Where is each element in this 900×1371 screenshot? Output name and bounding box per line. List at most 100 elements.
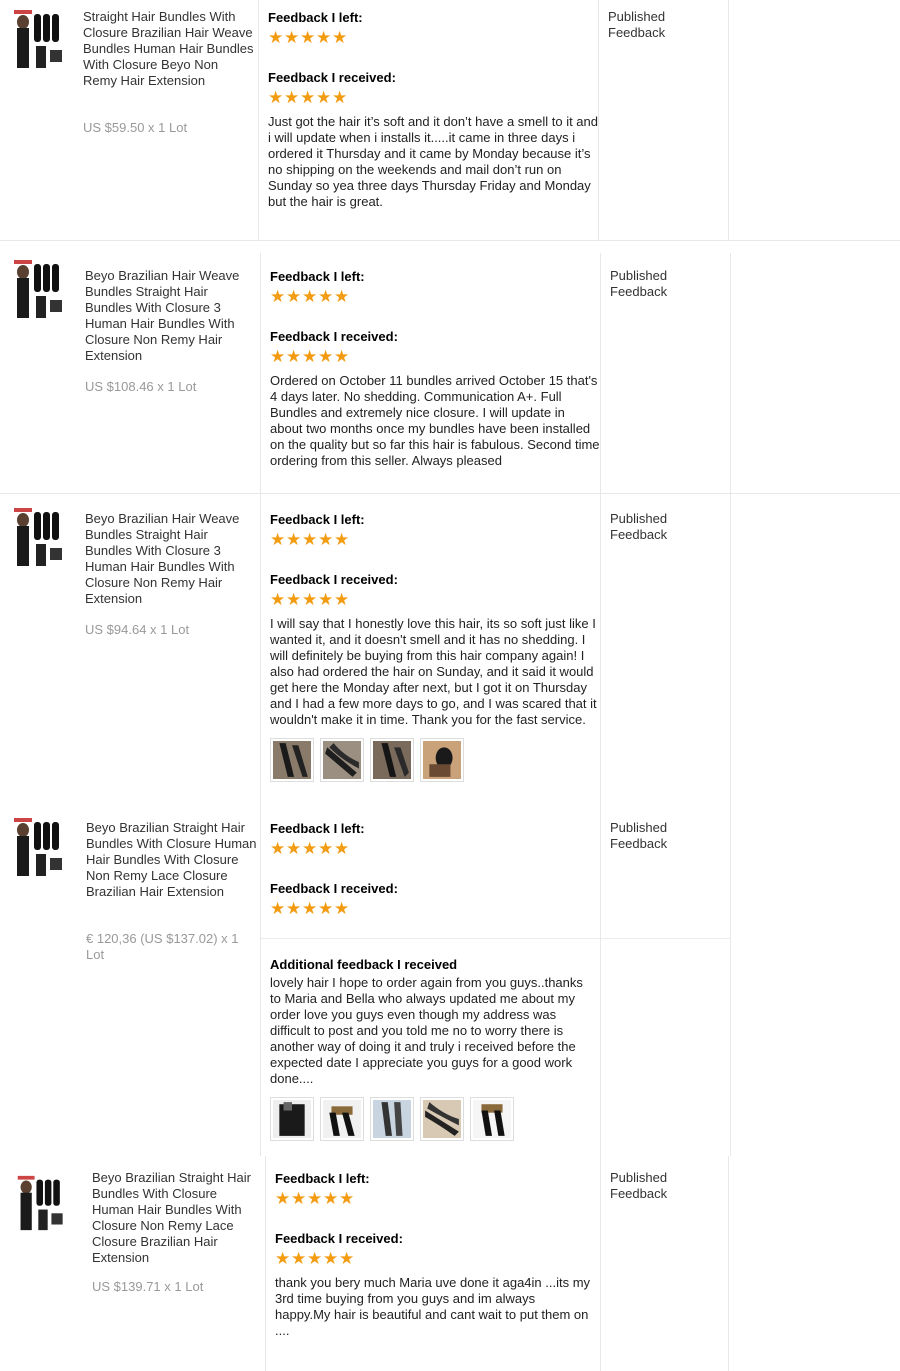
star-icon: ★ <box>300 88 316 107</box>
star-icon: ★ <box>284 88 300 107</box>
feedback-column: Feedback I left: ★ ★ ★ ★ ★ Feedback I receiv… <box>270 269 600 469</box>
feedback-status: Published Feedback <box>608 9 666 40</box>
order-row-3: Beyo Brazilian Hair Weave Bundles Straig… <box>0 494 900 806</box>
photo-thumbnail[interactable] <box>370 738 414 782</box>
star-icon: ★ <box>307 1189 323 1208</box>
column-divider <box>260 494 261 806</box>
feedback-column: Feedback I left: ★ ★ ★ ★ ★ Feedback I receiv… <box>270 512 600 782</box>
feedback-received-heading: Feedback I received: <box>270 329 398 344</box>
star-icon: ★ <box>316 28 332 47</box>
star-icon: ★ <box>286 347 302 366</box>
column-divider <box>260 253 261 494</box>
star-icon: ★ <box>318 530 334 549</box>
product-thumbnail[interactable] <box>10 258 72 320</box>
product-thumbnail[interactable] <box>10 816 72 878</box>
star-icon: ★ <box>323 1249 339 1268</box>
photo-thumbnail[interactable] <box>270 738 314 782</box>
column-divider <box>258 0 259 241</box>
star-icon: ★ <box>270 839 286 858</box>
column-divider <box>598 0 599 241</box>
photo-thumbnail[interactable] <box>320 1097 364 1141</box>
star-icon: ★ <box>318 590 334 609</box>
star-icon: ★ <box>275 1249 291 1268</box>
star-icon: ★ <box>302 287 318 306</box>
star-icon: ★ <box>268 88 284 107</box>
star-icon: ★ <box>334 530 350 549</box>
feedback-photos <box>270 738 600 782</box>
feedback-left-heading: Feedback I left: <box>270 512 365 527</box>
star-icon: ★ <box>270 347 286 366</box>
star-icon: ★ <box>302 530 318 549</box>
feedback-received-rating: ★ ★ ★ ★ ★ <box>275 1249 593 1269</box>
column-divider <box>730 806 731 1156</box>
star-icon: ★ <box>318 347 334 366</box>
star-icon: ★ <box>291 1249 307 1268</box>
order-row-5: Beyo Brazilian Straight Hair Bundles Wit… <box>0 1156 900 1371</box>
column-divider <box>600 806 601 1156</box>
product-title[interactable]: Beyo Brazilian Hair Weave Bundles Straig… <box>85 511 257 607</box>
product-thumbnail[interactable] <box>14 1172 72 1234</box>
product-price: € 120,36 (US $137.02) x 1 Lot <box>86 931 239 962</box>
product-title[interactable]: Beyo Brazilian Hair Weave Bundles Straig… <box>85 268 257 364</box>
feedback-left-heading: Feedback I left: <box>275 1171 370 1186</box>
feedback-photos <box>270 1097 590 1141</box>
column-divider <box>260 806 261 1156</box>
photo-thumbnail[interactable] <box>420 738 464 782</box>
star-icon: ★ <box>286 287 302 306</box>
feedback-left-rating: ★ ★ ★ ★ ★ <box>275 1189 593 1209</box>
photo-thumbnail[interactable] <box>370 1097 414 1141</box>
star-icon: ★ <box>334 347 350 366</box>
feedback-left-rating: ★ ★ ★ ★ ★ <box>270 287 600 307</box>
feedback-left-rating: ★ ★ ★ ★ ★ <box>270 530 600 550</box>
feedback-received-heading: Feedback I received: <box>268 70 396 85</box>
photo-thumbnail[interactable] <box>270 1097 314 1141</box>
star-icon: ★ <box>270 590 286 609</box>
star-icon: ★ <box>334 839 350 858</box>
additional-feedback-text: lovely hair I hope to order again from y… <box>270 975 583 1086</box>
star-icon: ★ <box>318 287 334 306</box>
star-icon: ★ <box>302 899 318 918</box>
photo-thumbnail[interactable] <box>420 1097 464 1141</box>
product-thumbnail[interactable] <box>10 8 72 70</box>
product-title[interactable]: Beyo Brazilian Straight Hair Bundles Wit… <box>86 820 258 900</box>
star-icon: ★ <box>270 530 286 549</box>
product-price: US $139.71 x 1 Lot <box>92 1279 204 1294</box>
photo-thumbnail[interactable] <box>320 738 364 782</box>
feedback-received-text: Ordered on October 11 bundles arrived Oc… <box>270 373 600 468</box>
photo-thumbnail[interactable] <box>470 1097 514 1141</box>
star-icon: ★ <box>332 28 348 47</box>
star-icon: ★ <box>302 839 318 858</box>
star-icon: ★ <box>270 899 286 918</box>
star-icon: ★ <box>323 1189 339 1208</box>
product-price: US $94.64 x 1 Lot <box>85 622 190 637</box>
star-icon: ★ <box>318 839 334 858</box>
product-thumbnail[interactable] <box>10 506 72 568</box>
product-price: US $59.50 x 1 Lot <box>83 120 188 135</box>
star-icon: ★ <box>307 1249 323 1268</box>
product-title[interactable]: Beyo Brazilian Straight Hair Bundles Wit… <box>92 1170 258 1266</box>
feedback-left-rating: ★ ★ ★ ★ ★ <box>270 839 600 859</box>
section-divider <box>261 938 730 939</box>
feedback-received-text: thank you bery much Maria uve done it ag… <box>275 1275 591 1338</box>
feedback-status: Published Feedback <box>610 268 668 299</box>
feedback-received-text: Just got the hair it’s soft and it don’t… <box>268 114 599 209</box>
order-row-1: Straight Hair Bundles With Closure Brazi… <box>0 0 900 241</box>
column-divider <box>600 253 601 494</box>
star-icon: ★ <box>291 1189 307 1208</box>
product-price: US $108.46 x 1 Lot <box>85 379 197 394</box>
feedback-status: Published Feedback <box>610 820 668 851</box>
feedback-status: Published Feedback <box>610 1170 668 1201</box>
product-title[interactable]: Straight Hair Bundles With Closure Brazi… <box>83 9 255 89</box>
feedback-received-heading: Feedback I received: <box>270 572 398 587</box>
feedback-column: Feedback I left: ★ ★ ★ ★ ★ Feedback I receiv… <box>270 821 600 919</box>
feedback-received-text: I will say that I honestly love this hai… <box>270 616 597 727</box>
feedback-left-rating: ★ ★ ★ ★ ★ <box>268 28 598 48</box>
star-icon: ★ <box>334 287 350 306</box>
star-icon: ★ <box>339 1189 355 1208</box>
star-icon: ★ <box>286 839 302 858</box>
feedback-received-rating: ★ ★ ★ ★ ★ <box>268 88 598 108</box>
column-divider <box>730 253 731 494</box>
feedback-column: Feedback I left: ★ ★ ★ ★ ★ Feedback I receiv… <box>268 10 598 210</box>
feedback-left-heading: Feedback I left: <box>268 10 363 25</box>
column-divider <box>728 0 729 241</box>
